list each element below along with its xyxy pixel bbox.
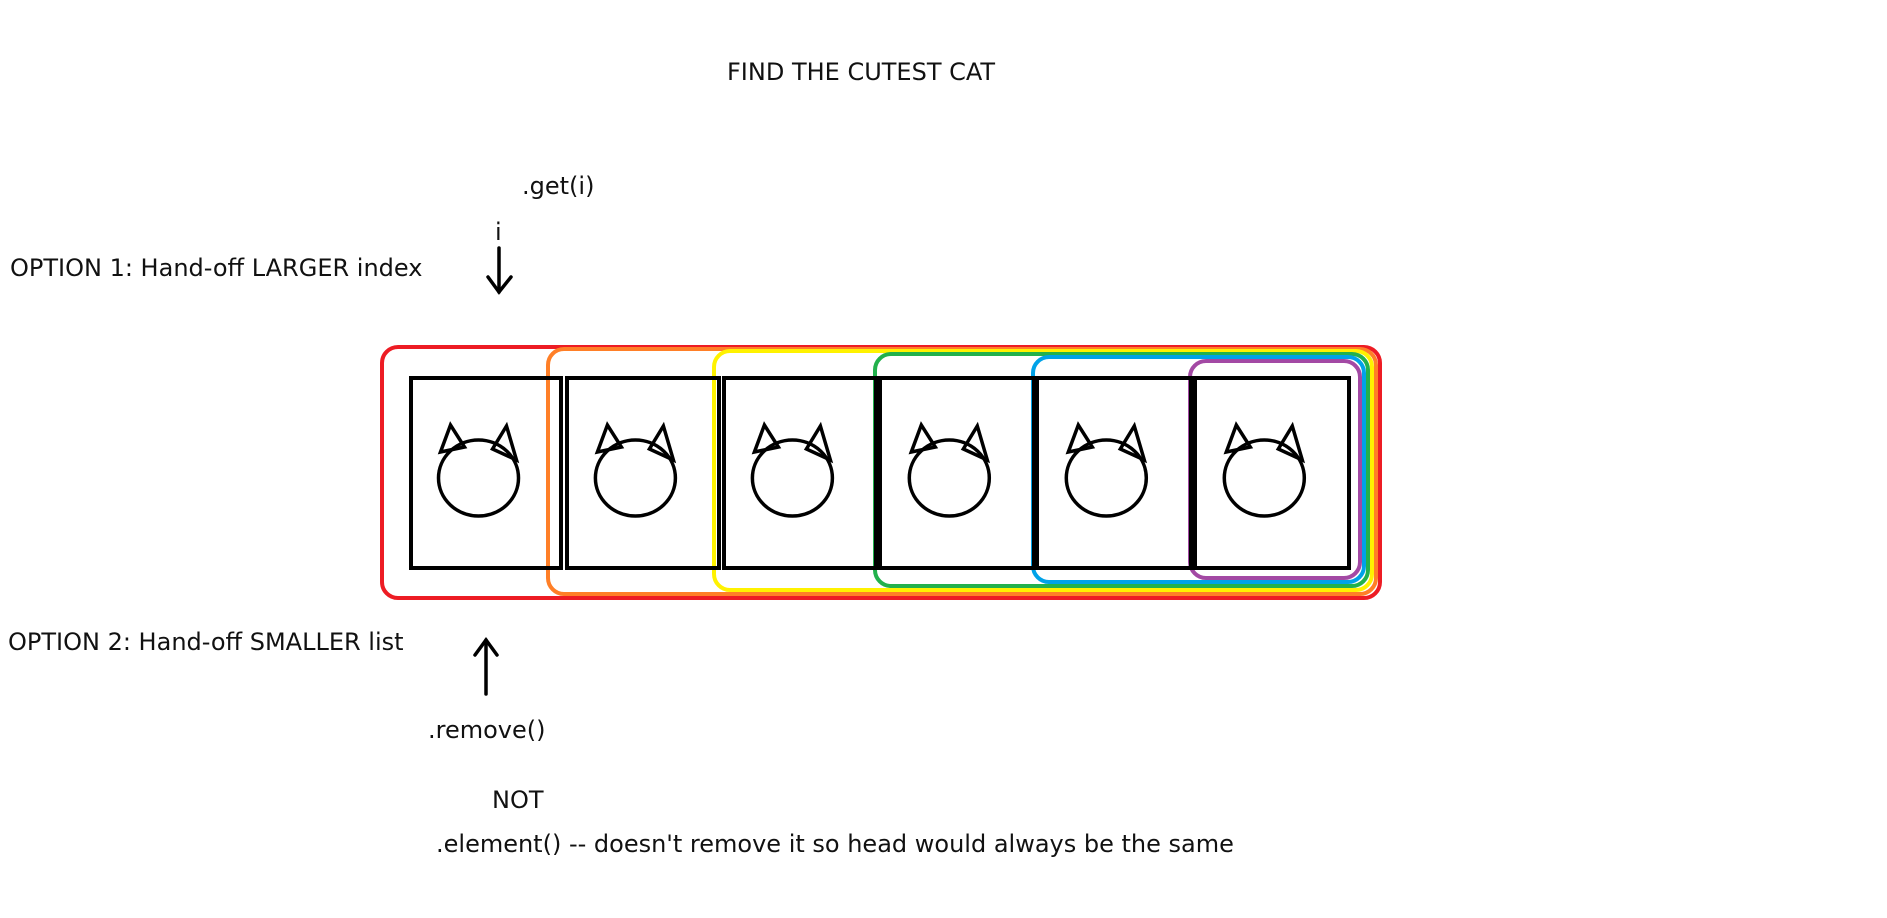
cat-cell [565,376,721,570]
cat-box [565,376,721,570]
sublist-outline [712,349,1374,592]
up-arrow-icon [473,637,499,696]
cat-cell [878,376,1036,570]
down-arrow-icon [486,246,513,295]
cat-face-icon [750,421,835,518]
cat-cell [1035,376,1193,570]
cat-face-icon [1222,421,1307,518]
cat-cell [1193,376,1351,570]
cat-box [1193,376,1351,570]
cat-face-icon [593,421,678,518]
cat-box [409,376,563,570]
cat-cells [409,376,1351,570]
cat-list-diagram [380,246,1382,696]
cat-face-icon [436,421,521,518]
cat-box [1035,376,1193,570]
sublist-outline [1188,359,1362,580]
sublist-outline [873,352,1370,588]
sublist-outline [1031,355,1366,584]
cat-face-icon [907,421,992,518]
cat-cell [722,376,878,570]
cat-cell [409,376,563,570]
cat-box [878,376,1036,570]
cat-face-icon [1064,421,1149,518]
sublist-outline [546,347,1378,596]
cat-box [722,376,878,570]
